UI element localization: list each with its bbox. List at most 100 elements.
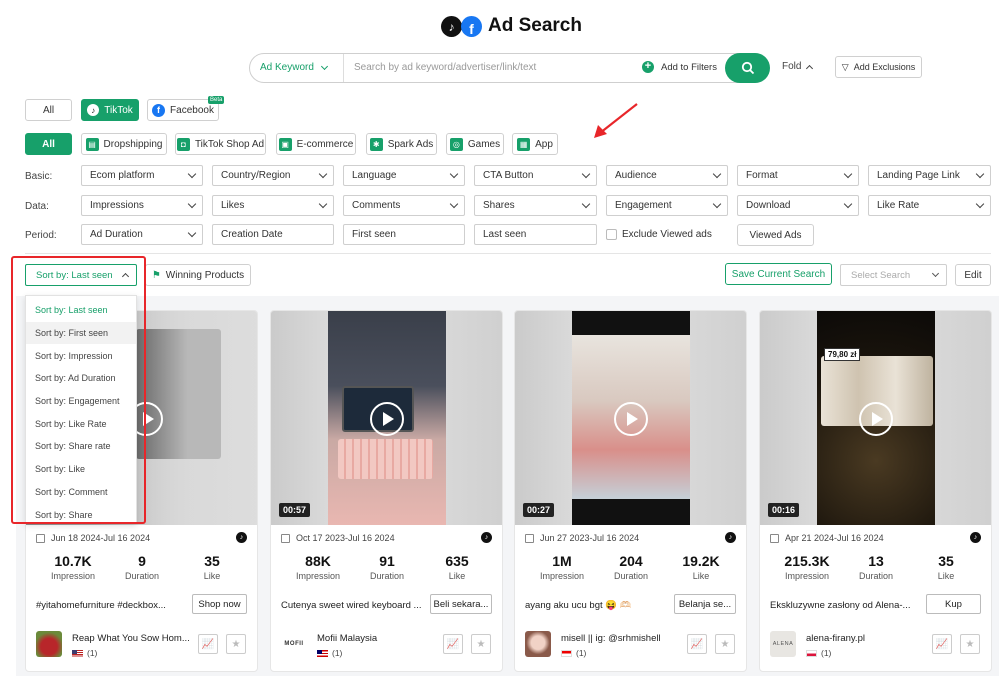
duration-stat: 9 Duration — [107, 553, 177, 581]
cta-button[interactable]: Kup — [926, 594, 981, 614]
ad-thumbnail[interactable]: 79,80 zł 00:16 — [760, 311, 991, 525]
filter-comments[interactable]: Comments — [343, 195, 465, 216]
filter-shares[interactable]: Shares — [474, 195, 597, 216]
play-icon[interactable] — [858, 402, 893, 436]
chevron-down-icon — [318, 169, 328, 178]
cta-button[interactable]: Belanja se... — [674, 594, 736, 614]
favorite-button[interactable]: ★ — [960, 634, 980, 654]
analytics-button[interactable]: 📈 — [932, 634, 952, 654]
filter-audience[interactable]: Audience — [606, 165, 728, 186]
basic-label: Basic: — [25, 171, 53, 182]
filter-ad-duration[interactable]: Ad Duration — [81, 224, 203, 245]
winning-products-button[interactable]: ⚑ Winning Products — [145, 264, 251, 286]
search-input[interactable]: Search by ad keyword/advertiser/link/tex… — [354, 62, 634, 73]
filter-country-region[interactable]: Country/Region — [212, 165, 334, 186]
divider — [343, 54, 344, 82]
ad-date-range: Apr 21 2024-Jul 16 2024 — [770, 533, 884, 543]
advertiser-avatar — [525, 631, 551, 657]
plus-circle-icon: + — [642, 61, 654, 73]
category-spark-ads-button[interactable]: ✱ Spark Ads — [366, 133, 437, 155]
chevron-down-icon — [187, 199, 197, 208]
filter-format[interactable]: Format — [737, 165, 859, 186]
chevron-down-icon — [931, 269, 940, 278]
search-button[interactable] — [725, 53, 770, 83]
filter-engagement[interactable]: Engagement — [606, 195, 728, 216]
duration-label: Duration — [369, 571, 405, 581]
calendar-icon — [281, 533, 290, 543]
category-app-button[interactable]: ▦ App — [512, 133, 558, 155]
category-ecommerce-button[interactable]: ▣ E-commerce — [276, 133, 356, 155]
filter-cta-button[interactable]: CTA Button — [474, 165, 597, 186]
favorite-button[interactable]: ★ — [226, 634, 246, 654]
impression-stat: 88K Impression — [283, 553, 353, 581]
category-tiktok-shop-label: TikTok Shop Ad — [194, 138, 265, 150]
ad-thumbnail[interactable]: 00:57 — [271, 311, 502, 525]
category-games-button[interactable]: ◎ Games — [446, 133, 504, 155]
save-search-label: Save Current Search — [731, 268, 826, 280]
filter-likes[interactable]: Likes — [212, 195, 334, 216]
save-current-search-button[interactable]: Save Current Search — [725, 263, 832, 285]
viewed-ads-button[interactable]: Viewed Ads — [737, 224, 814, 246]
play-icon[interactable] — [613, 402, 648, 436]
filter-creation-date[interactable]: Creation Date — [212, 224, 334, 245]
chevron-up-icon — [806, 64, 814, 72]
add-to-filters-button[interactable]: + Add to Filters — [642, 61, 717, 73]
filter-impressions[interactable]: Impressions — [81, 195, 203, 216]
calendar-icon — [770, 533, 779, 543]
advertiser-name[interactable]: alena-firany.pl — [806, 633, 926, 644]
add-exclusions-button[interactable]: ▽ Add Exclusions — [835, 56, 922, 78]
filter-landing-page-link[interactable]: Landing Page Link — [868, 165, 991, 186]
video-duration: 00:16 — [768, 503, 800, 517]
filter-label: Comments — [352, 200, 401, 211]
date-text: Apr 21 2024-Jul 16 2024 — [785, 533, 884, 543]
favorite-button[interactable]: ★ — [471, 634, 491, 654]
ad-count: (1) — [87, 648, 98, 658]
search-type-label: Ad Keyword — [260, 62, 314, 73]
filter-language[interactable]: Language — [343, 165, 465, 186]
advertiser-name[interactable]: Reap What You Sow Hom... — [72, 633, 192, 644]
edit-button[interactable]: Edit — [955, 264, 991, 286]
advertiser-name[interactable]: Mofii Malaysia — [317, 633, 437, 644]
platform-all-button[interactable]: All — [25, 99, 72, 121]
filter-last-seen[interactable]: Last seen — [474, 224, 597, 245]
impression-stat: 215.3K Impression — [772, 553, 842, 581]
app-grid-icon: ▦ — [517, 137, 531, 151]
filter-download[interactable]: Download — [737, 195, 859, 216]
favorite-button[interactable]: ★ — [715, 634, 735, 654]
search-type-select[interactable]: Ad Keyword — [260, 62, 328, 73]
chevron-down-icon — [187, 169, 197, 178]
chevron-down-icon — [975, 199, 985, 208]
star-icon: ★ — [231, 638, 241, 650]
category-spark-ads-label: Spark Ads — [387, 138, 434, 150]
impression-label: Impression — [295, 571, 340, 581]
filter-first-seen[interactable]: First seen — [343, 224, 465, 245]
exclude-viewed-checkbox[interactable]: Exclude Viewed ads — [606, 229, 712, 240]
filter-ecom-platform[interactable]: Ecom platform — [81, 165, 203, 186]
cta-button[interactable]: Beli sekara... — [430, 594, 492, 614]
select-search-dropdown[interactable]: Select Search — [840, 264, 947, 286]
platform-tiktok-button[interactable]: ♪ TikTok — [81, 99, 139, 121]
analytics-button[interactable]: 📈 — [198, 634, 218, 654]
ad-card[interactable]: 79,80 zł 00:16 Apr 21 2024-Jul 16 2024 ♪… — [759, 310, 992, 672]
cta-button[interactable]: Shop now — [192, 594, 247, 614]
tiktok-icon: ♪ — [236, 532, 247, 543]
ad-card[interactable]: 00:57 Oct 17 2023-Jul 16 2024 ♪ 88K Impre… — [270, 310, 503, 672]
category-tiktok-shop-button[interactable]: ◘ TikTok Shop Ad — [175, 133, 266, 155]
like-stat: 35 Like — [177, 553, 247, 581]
play-icon[interactable] — [369, 402, 404, 436]
analytics-button[interactable]: 📈 — [687, 634, 707, 654]
filter-label: Country/Region — [221, 170, 291, 181]
ad-card[interactable]: 00:27 Jun 27 2023-Jul 16 2024 ♪ 1M Impres… — [514, 310, 747, 672]
category-dropshipping-button[interactable]: ▤ Dropshipping — [81, 133, 167, 155]
analytics-button[interactable]: 📈 — [443, 634, 463, 654]
chevron-down-icon — [712, 199, 722, 208]
like-label: Like — [203, 571, 221, 581]
fold-toggle[interactable]: Fold — [782, 61, 814, 72]
advertiser-avatar — [36, 631, 62, 657]
category-all-button[interactable]: All — [25, 133, 72, 155]
ecommerce-icon: ▣ — [278, 137, 292, 151]
ad-thumbnail[interactable]: 00:27 — [515, 311, 746, 525]
advertiser-name[interactable]: misell || ig: @srhmishell — [561, 633, 681, 644]
filter-like-rate[interactable]: Like Rate — [868, 195, 991, 216]
add-exclusions-label: Add Exclusions — [853, 62, 916, 72]
